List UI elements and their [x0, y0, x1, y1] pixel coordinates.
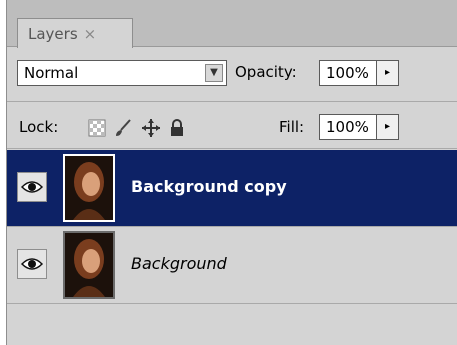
visibility-toggle[interactable] — [17, 249, 47, 279]
opacity-label: Opacity: — [235, 63, 297, 81]
move-lock-icon[interactable] — [141, 118, 161, 138]
transparency-lock-icon[interactable] — [87, 118, 107, 138]
visibility-toggle[interactable] — [17, 172, 47, 202]
lock-label: Lock: — [19, 118, 59, 136]
layer-thumbnail[interactable] — [63, 154, 115, 222]
opacity-input[interactable]: 100% — [319, 60, 377, 86]
padlock-icon[interactable] — [167, 118, 187, 138]
tab-strip: Layers × — [7, 0, 457, 48]
divider — [7, 101, 457, 102]
layer-row-background-copy[interactable]: Background copy — [7, 150, 457, 227]
layers-panel: Layers × Normal ▼ Opacity: 100% ▸ Lock: — [6, 0, 457, 345]
eye-icon — [21, 258, 43, 270]
blend-mode-value: Normal — [24, 64, 79, 82]
layer-row-background[interactable]: Background — [7, 227, 457, 304]
brush-lock-icon[interactable] — [113, 118, 133, 138]
opacity-slider-arrow-icon[interactable]: ▸ — [377, 60, 399, 86]
layer-name[interactable]: Background — [131, 254, 227, 273]
layer-name[interactable]: Background copy — [131, 177, 287, 196]
fill-input[interactable]: 100% — [319, 114, 377, 140]
close-icon[interactable]: × — [84, 25, 97, 43]
dropdown-arrow-icon[interactable]: ▼ — [205, 64, 223, 82]
blend-opacity-row: Normal ▼ Opacity: 100% ▸ — [7, 50, 457, 96]
tab-layers[interactable]: Layers × — [17, 18, 133, 48]
layer-thumbnail[interactable] — [63, 231, 115, 299]
eye-icon — [21, 181, 43, 193]
divider — [7, 148, 457, 149]
fill-slider-arrow-icon[interactable]: ▸ — [377, 114, 399, 140]
blend-mode-select[interactable]: Normal ▼ — [17, 60, 227, 86]
tab-label: Layers — [28, 24, 78, 43]
fill-label: Fill: — [279, 118, 305, 136]
